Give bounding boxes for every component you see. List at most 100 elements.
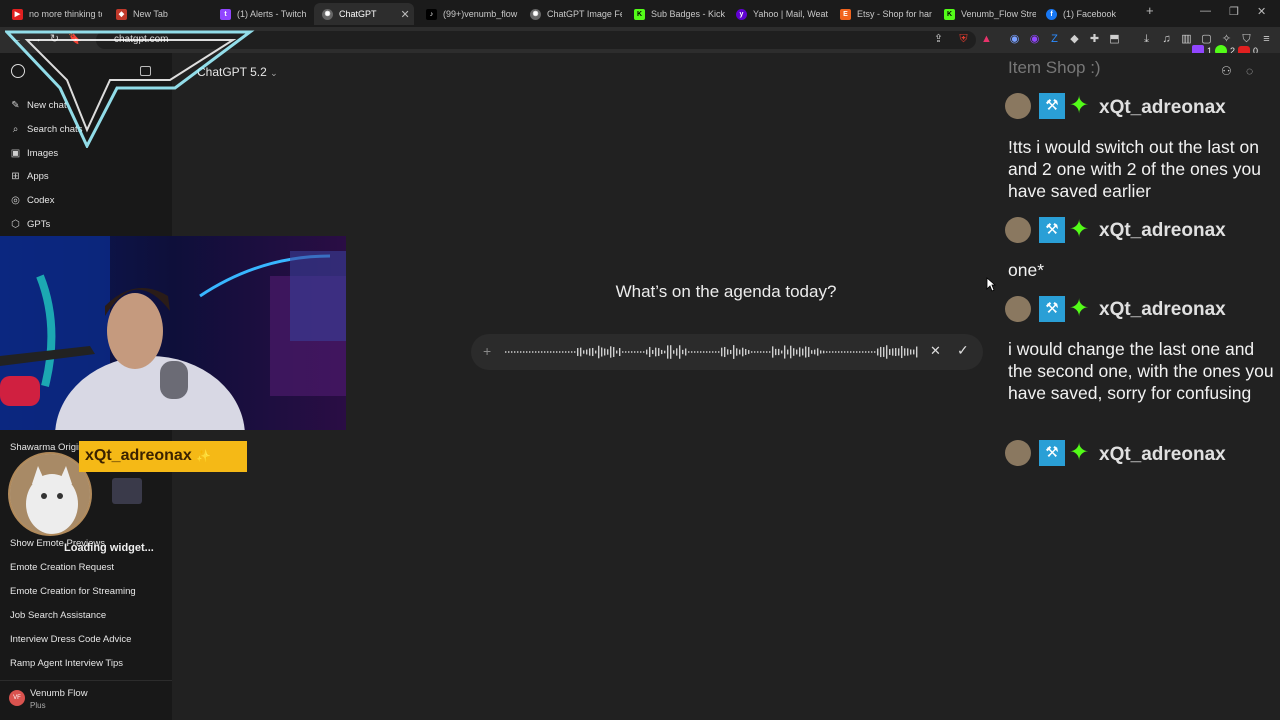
user-name[interactable]: Venumb Flow (30, 688, 88, 699)
avatar (1005, 296, 1031, 322)
extension-z-icon[interactable]: Z (1048, 33, 1061, 46)
waveform-bar (556, 351, 558, 353)
waveform-bar (649, 346, 651, 358)
waveform-bar (898, 348, 900, 356)
sidebar-item-gpts[interactable]: ⬡ GPTs (10, 219, 50, 230)
maximize-button[interactable]: ❐ (1229, 5, 1239, 18)
waveform-bar (715, 351, 717, 353)
chatgpt-icon: ✺ (530, 8, 541, 20)
confirm-dictation-icon[interactable]: ✓ (957, 342, 969, 359)
tab-label: ChatGPT Image Feb (547, 9, 622, 19)
share-icon[interactable]: ⇪ (932, 33, 945, 46)
tab-chatgpt-image[interactable]: ✺ ChatGPT Image Feb (522, 3, 622, 25)
avatar (1005, 217, 1031, 243)
tab-tiktok[interactable]: ♪ (99+)venumb_flow (418, 3, 518, 25)
waveform-bar (787, 349, 789, 355)
browser-tab-strip: ▶ no more thinking to ◆ New Tab t (1) Al… (0, 0, 1280, 27)
new-tab-button[interactable]: + (1146, 3, 1154, 18)
waveform-bar (757, 351, 759, 353)
tab-facebook[interactable]: f (1) Facebook (1038, 3, 1138, 25)
waveform-bar (862, 351, 864, 353)
waveform-bar (553, 351, 555, 353)
alert-username-banner: xQt_adreonax ✨ (79, 441, 247, 472)
tab-etsy[interactable]: E Etsy - Shop for han (832, 3, 932, 25)
webcam-video-image (0, 236, 346, 430)
mouse-cursor-icon (986, 277, 996, 292)
chat-username: xQt_adreonax (1099, 299, 1226, 320)
waveform-bar (643, 351, 645, 353)
download-arrow-icon[interactable]: ⤓ (1140, 33, 1153, 46)
history-item[interactable]: Emote Creation Request (10, 562, 114, 573)
menu-icon[interactable]: ≡ (1260, 33, 1273, 46)
waveform-bar (685, 348, 687, 356)
waveform-bar (655, 347, 657, 357)
tab-label: ChatGPT (339, 9, 377, 19)
extension-diamond-icon[interactable]: ◆ (1068, 33, 1081, 46)
moderator-badge-icon: ⚒ (1039, 440, 1065, 466)
history-item[interactable]: Job Search Assistance (10, 610, 106, 621)
tab-kick-stream[interactable]: K Venumb_Flow Strea (936, 3, 1036, 25)
sparkle-badge-icon: ✦ (1069, 92, 1090, 119)
waveform-bar (595, 350, 597, 354)
waveform-bar (799, 347, 801, 357)
share-person-icon[interactable]: ⚇ (1221, 64, 1232, 78)
waveform-bar (913, 349, 915, 355)
puzzle-icon[interactable]: ✚ (1088, 33, 1101, 46)
waveform-bar (631, 351, 633, 353)
waveform-bar (607, 349, 609, 355)
brave-shield-icon[interactable]: ⛨ (957, 33, 970, 46)
music-icon[interactable]: ♫ (1160, 33, 1173, 46)
waveform-bar (838, 351, 840, 353)
chat-badges: ⚒ ✦ (1005, 92, 1097, 119)
waveform-bar (748, 350, 750, 354)
window-close-button[interactable]: ✕ (1257, 5, 1266, 18)
brave-icon: ◆ (116, 8, 127, 20)
chat-username: xQt_adreonax (1099, 444, 1226, 465)
waveform-bar (916, 346, 918, 358)
waveform-bar (658, 348, 660, 356)
tab-yahoo[interactable]: y Yahoo | Mail, Weath (728, 3, 828, 25)
close-tab-icon[interactable]: ✕ (401, 8, 410, 21)
waveform-bar (766, 351, 768, 353)
tab-chatgpt[interactable]: ✺ ChatGPT ✕ (314, 3, 414, 25)
rewards-icon[interactable]: ▲ (980, 33, 993, 46)
waveform-bar (865, 351, 867, 353)
history-item[interactable]: Emote Creation for Streaming (10, 586, 136, 597)
tab-youtube[interactable]: ▶ no more thinking to (4, 3, 102, 25)
history-item[interactable]: Ramp Agent Interview Tips (10, 658, 123, 669)
download-icon[interactable]: ⬒ (1108, 33, 1121, 46)
audio-waveform (505, 345, 918, 359)
twitch-extension-icon[interactable]: ◉ (1028, 33, 1041, 46)
plus-icon[interactable]: + (483, 343, 491, 359)
waveform-bar (745, 349, 747, 355)
waveform-bar (535, 351, 537, 353)
waveform-bar (751, 351, 753, 353)
waveform-bar (640, 351, 642, 353)
waveform-bar (778, 348, 780, 356)
extension-icon[interactable]: ◉ (1008, 33, 1021, 46)
waveform-bar (676, 348, 678, 356)
sidebar-item-images[interactable]: ▣ Images (10, 148, 58, 159)
waveform-bar (508, 351, 510, 353)
minimize-button[interactable]: — (1200, 5, 1211, 17)
tab-new-tab[interactable]: ◆ New Tab (108, 3, 208, 25)
waveform-bar (694, 351, 696, 353)
sidebar-item-apps[interactable]: ⊞ Apps (10, 171, 48, 182)
tab-kick-badges[interactable]: K Sub Badges - Kick D (626, 3, 726, 25)
waveform-bar (769, 351, 771, 353)
cancel-dictation-icon[interactable]: ✕ (930, 343, 941, 359)
waveform-bar (871, 351, 873, 353)
temporary-chat-icon[interactable]: ◌ (1246, 64, 1253, 78)
tab-twitch-alerts[interactable]: t (1) Alerts - Twitch (212, 3, 312, 25)
waveform-bar (691, 351, 693, 353)
waveform-bar (802, 348, 804, 356)
streamer-webcam (0, 236, 346, 430)
waveform-bar (859, 351, 861, 353)
history-item[interactable]: Interview Dress Code Advice (10, 634, 131, 645)
waveform-bar (796, 349, 798, 355)
moderator-badge-icon: ⚒ (1039, 296, 1065, 322)
avatar[interactable]: VF (9, 690, 25, 706)
waveform-bar (901, 345, 903, 359)
waveform-bar (520, 351, 522, 353)
sidebar-item-codex[interactable]: ◎ Codex (10, 195, 54, 206)
